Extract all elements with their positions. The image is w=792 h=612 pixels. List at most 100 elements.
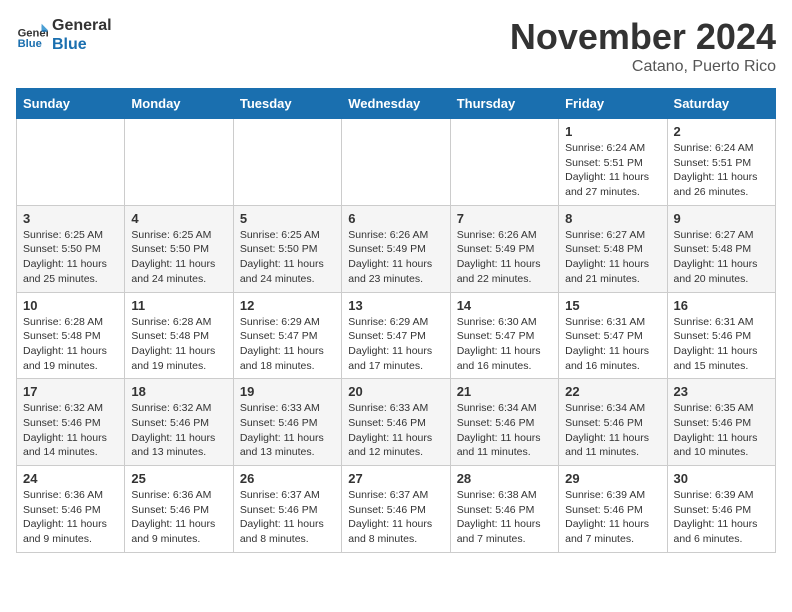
day-info: Sunrise: 6:39 AM Sunset: 5:46 PM Dayligh… xyxy=(565,488,660,547)
calendar-cell xyxy=(233,119,341,206)
calendar-cell: 7 Sunrise: 6:26 AM Sunset: 5:49 PM Daylig… xyxy=(450,205,558,292)
day-number: 13 xyxy=(348,298,443,313)
calendar-cell: 3Sunrise: 6:25 AM Sunset: 5:50 PM Daylig… xyxy=(17,205,125,292)
day-number: 7 xyxy=(457,211,552,226)
calendar-cell: 20Sunrise: 6:33 AM Sunset: 5:46 PM Dayli… xyxy=(342,379,450,466)
day-number: 18 xyxy=(131,384,226,399)
day-number: 15 xyxy=(565,298,660,313)
calendar-cell: 23 Sunrise: 6:35 AM Sunset: 5:46 PM Dayli… xyxy=(667,379,775,466)
calendar-header-row: SundayMondayTuesdayWednesdayThursdayFrid… xyxy=(17,89,776,119)
day-number: 25 xyxy=(131,471,226,486)
calendar-cell: 15 Sunrise: 6:31 AM Sunset: 5:47 PM Dayli… xyxy=(559,292,667,379)
calendar-cell: 11 Sunrise: 6:28 AM Sunset: 5:48 PM Dayli… xyxy=(125,292,233,379)
calendar-cell: 6 Sunrise: 6:26 AM Sunset: 5:49 PM Daylig… xyxy=(342,205,450,292)
day-number: 11 xyxy=(131,298,226,313)
day-info: Sunrise: 6:26 AM Sunset: 5:49 PM Dayligh… xyxy=(457,228,552,287)
calendar-week-2: 3Sunrise: 6:25 AM Sunset: 5:50 PM Daylig… xyxy=(17,205,776,292)
day-number: 27 xyxy=(348,471,443,486)
location-label: Catano, Puerto Rico xyxy=(510,58,776,76)
calendar-cell: 13 Sunrise: 6:29 AM Sunset: 5:47 PM Dayli… xyxy=(342,292,450,379)
day-info: Sunrise: 6:31 AM Sunset: 5:47 PM Dayligh… xyxy=(565,315,660,374)
day-info: Sunrise: 6:25 AM Sunset: 5:50 PM Dayligh… xyxy=(240,228,335,287)
day-number: 29 xyxy=(565,471,660,486)
day-number: 30 xyxy=(674,471,769,486)
day-number: 9 xyxy=(674,211,769,226)
calendar-cell: 29 Sunrise: 6:39 AM Sunset: 5:46 PM Dayli… xyxy=(559,466,667,553)
day-number: 16 xyxy=(674,298,769,313)
calendar-cell: 16 Sunrise: 6:31 AM Sunset: 5:46 PM Dayli… xyxy=(667,292,775,379)
calendar-cell: 25 Sunrise: 6:36 AM Sunset: 5:46 PM Dayli… xyxy=(125,466,233,553)
day-info: Sunrise: 6:30 AM Sunset: 5:47 PM Dayligh… xyxy=(457,315,552,374)
calendar-cell: 30 Sunrise: 6:39 AM Sunset: 5:46 PM Dayli… xyxy=(667,466,775,553)
day-info: Sunrise: 6:35 AM Sunset: 5:46 PM Dayligh… xyxy=(674,401,769,460)
calendar-cell: 24 Sunrise: 6:36 AM Sunset: 5:46 PM Dayli… xyxy=(17,466,125,553)
weekday-header-wednesday: Wednesday xyxy=(342,89,450,119)
weekday-header-sunday: Sunday xyxy=(17,89,125,119)
svg-text:Blue: Blue xyxy=(18,38,42,50)
calendar-cell: 8 Sunrise: 6:27 AM Sunset: 5:48 PM Daylig… xyxy=(559,205,667,292)
calendar-cell: 2Sunrise: 6:24 AM Sunset: 5:51 PM Daylig… xyxy=(667,119,775,206)
weekday-header-saturday: Saturday xyxy=(667,89,775,119)
day-number: 19 xyxy=(240,384,335,399)
day-info: Sunrise: 6:26 AM Sunset: 5:49 PM Dayligh… xyxy=(348,228,443,287)
day-number: 8 xyxy=(565,211,660,226)
day-number: 23 xyxy=(674,384,769,399)
calendar-cell: 14 Sunrise: 6:30 AM Sunset: 5:47 PM Dayli… xyxy=(450,292,558,379)
day-number: 24 xyxy=(23,471,118,486)
weekday-header-friday: Friday xyxy=(559,89,667,119)
day-info: Sunrise: 6:27 AM Sunset: 5:48 PM Dayligh… xyxy=(674,228,769,287)
calendar-cell: 27 Sunrise: 6:37 AM Sunset: 5:46 PM Dayli… xyxy=(342,466,450,553)
day-number: 4 xyxy=(131,211,226,226)
day-info: Sunrise: 6:31 AM Sunset: 5:46 PM Dayligh… xyxy=(674,315,769,374)
calendar-cell: 12Sunrise: 6:29 AM Sunset: 5:47 PM Dayli… xyxy=(233,292,341,379)
title-block: November 2024 Catano, Puerto Rico xyxy=(510,16,776,76)
day-info: Sunrise: 6:37 AM Sunset: 5:46 PM Dayligh… xyxy=(240,488,335,547)
calendar-cell: 9 Sunrise: 6:27 AM Sunset: 5:48 PM Daylig… xyxy=(667,205,775,292)
day-info: Sunrise: 6:27 AM Sunset: 5:48 PM Dayligh… xyxy=(565,228,660,287)
day-number: 2 xyxy=(674,124,769,139)
day-info: Sunrise: 6:33 AM Sunset: 5:46 PM Dayligh… xyxy=(240,401,335,460)
calendar-cell: 17Sunrise: 6:32 AM Sunset: 5:46 PM Dayli… xyxy=(17,379,125,466)
day-number: 17 xyxy=(23,384,118,399)
calendar-cell xyxy=(125,119,233,206)
calendar-cell: 19 Sunrise: 6:33 AM Sunset: 5:46 PM Dayli… xyxy=(233,379,341,466)
calendar-cell: 18 Sunrise: 6:32 AM Sunset: 5:46 PM Dayli… xyxy=(125,379,233,466)
page-header: General Blue General Blue November 2024 … xyxy=(16,16,776,76)
calendar-cell: 22 Sunrise: 6:34 AM Sunset: 5:46 PM Dayli… xyxy=(559,379,667,466)
logo-icon: General Blue xyxy=(16,19,48,51)
day-info: Sunrise: 6:34 AM Sunset: 5:46 PM Dayligh… xyxy=(457,401,552,460)
day-info: Sunrise: 6:32 AM Sunset: 5:46 PM Dayligh… xyxy=(131,401,226,460)
day-number: 20 xyxy=(348,384,443,399)
day-number: 5 xyxy=(240,211,335,226)
calendar-cell: 5 Sunrise: 6:25 AM Sunset: 5:50 PM Daylig… xyxy=(233,205,341,292)
day-number: 14 xyxy=(457,298,552,313)
day-number: 10 xyxy=(23,298,118,313)
month-title: November 2024 xyxy=(510,16,776,58)
calendar-week-1: 1 Sunrise: 6:24 AM Sunset: 5:51 PM Daylig… xyxy=(17,119,776,206)
calendar-cell: 10Sunrise: 6:28 AM Sunset: 5:48 PM Dayli… xyxy=(17,292,125,379)
calendar-cell xyxy=(342,119,450,206)
calendar-cell: 21Sunrise: 6:34 AM Sunset: 5:46 PM Dayli… xyxy=(450,379,558,466)
calendar-cell xyxy=(450,119,558,206)
day-info: Sunrise: 6:29 AM Sunset: 5:47 PM Dayligh… xyxy=(348,315,443,374)
day-number: 28 xyxy=(457,471,552,486)
day-info: Sunrise: 6:38 AM Sunset: 5:46 PM Dayligh… xyxy=(457,488,552,547)
day-number: 22 xyxy=(565,384,660,399)
day-number: 1 xyxy=(565,124,660,139)
calendar-cell: 1 Sunrise: 6:24 AM Sunset: 5:51 PM Daylig… xyxy=(559,119,667,206)
day-info: Sunrise: 6:25 AM Sunset: 5:50 PM Dayligh… xyxy=(23,228,118,287)
day-info: Sunrise: 6:36 AM Sunset: 5:46 PM Dayligh… xyxy=(23,488,118,547)
logo: General Blue General Blue xyxy=(16,16,112,54)
day-info: Sunrise: 6:39 AM Sunset: 5:46 PM Dayligh… xyxy=(674,488,769,547)
day-number: 6 xyxy=(348,211,443,226)
day-info: Sunrise: 6:37 AM Sunset: 5:46 PM Dayligh… xyxy=(348,488,443,547)
day-info: Sunrise: 6:28 AM Sunset: 5:48 PM Dayligh… xyxy=(131,315,226,374)
day-info: Sunrise: 6:25 AM Sunset: 5:50 PM Dayligh… xyxy=(131,228,226,287)
logo-general-text: General xyxy=(52,16,112,35)
day-info: Sunrise: 6:24 AM Sunset: 5:51 PM Dayligh… xyxy=(565,141,660,200)
day-info: Sunrise: 6:36 AM Sunset: 5:46 PM Dayligh… xyxy=(131,488,226,547)
calendar-week-3: 10 Sunrise: 6:28 AM Sunset: 5:48 PM Dayli… xyxy=(17,292,776,379)
day-number: 12 xyxy=(240,298,335,313)
calendar-cell: 28 Sunrise: 6:38 AM Sunset: 5:46 PM Dayli… xyxy=(450,466,558,553)
day-info: Sunrise: 6:34 AM Sunset: 5:46 PM Dayligh… xyxy=(565,401,660,460)
